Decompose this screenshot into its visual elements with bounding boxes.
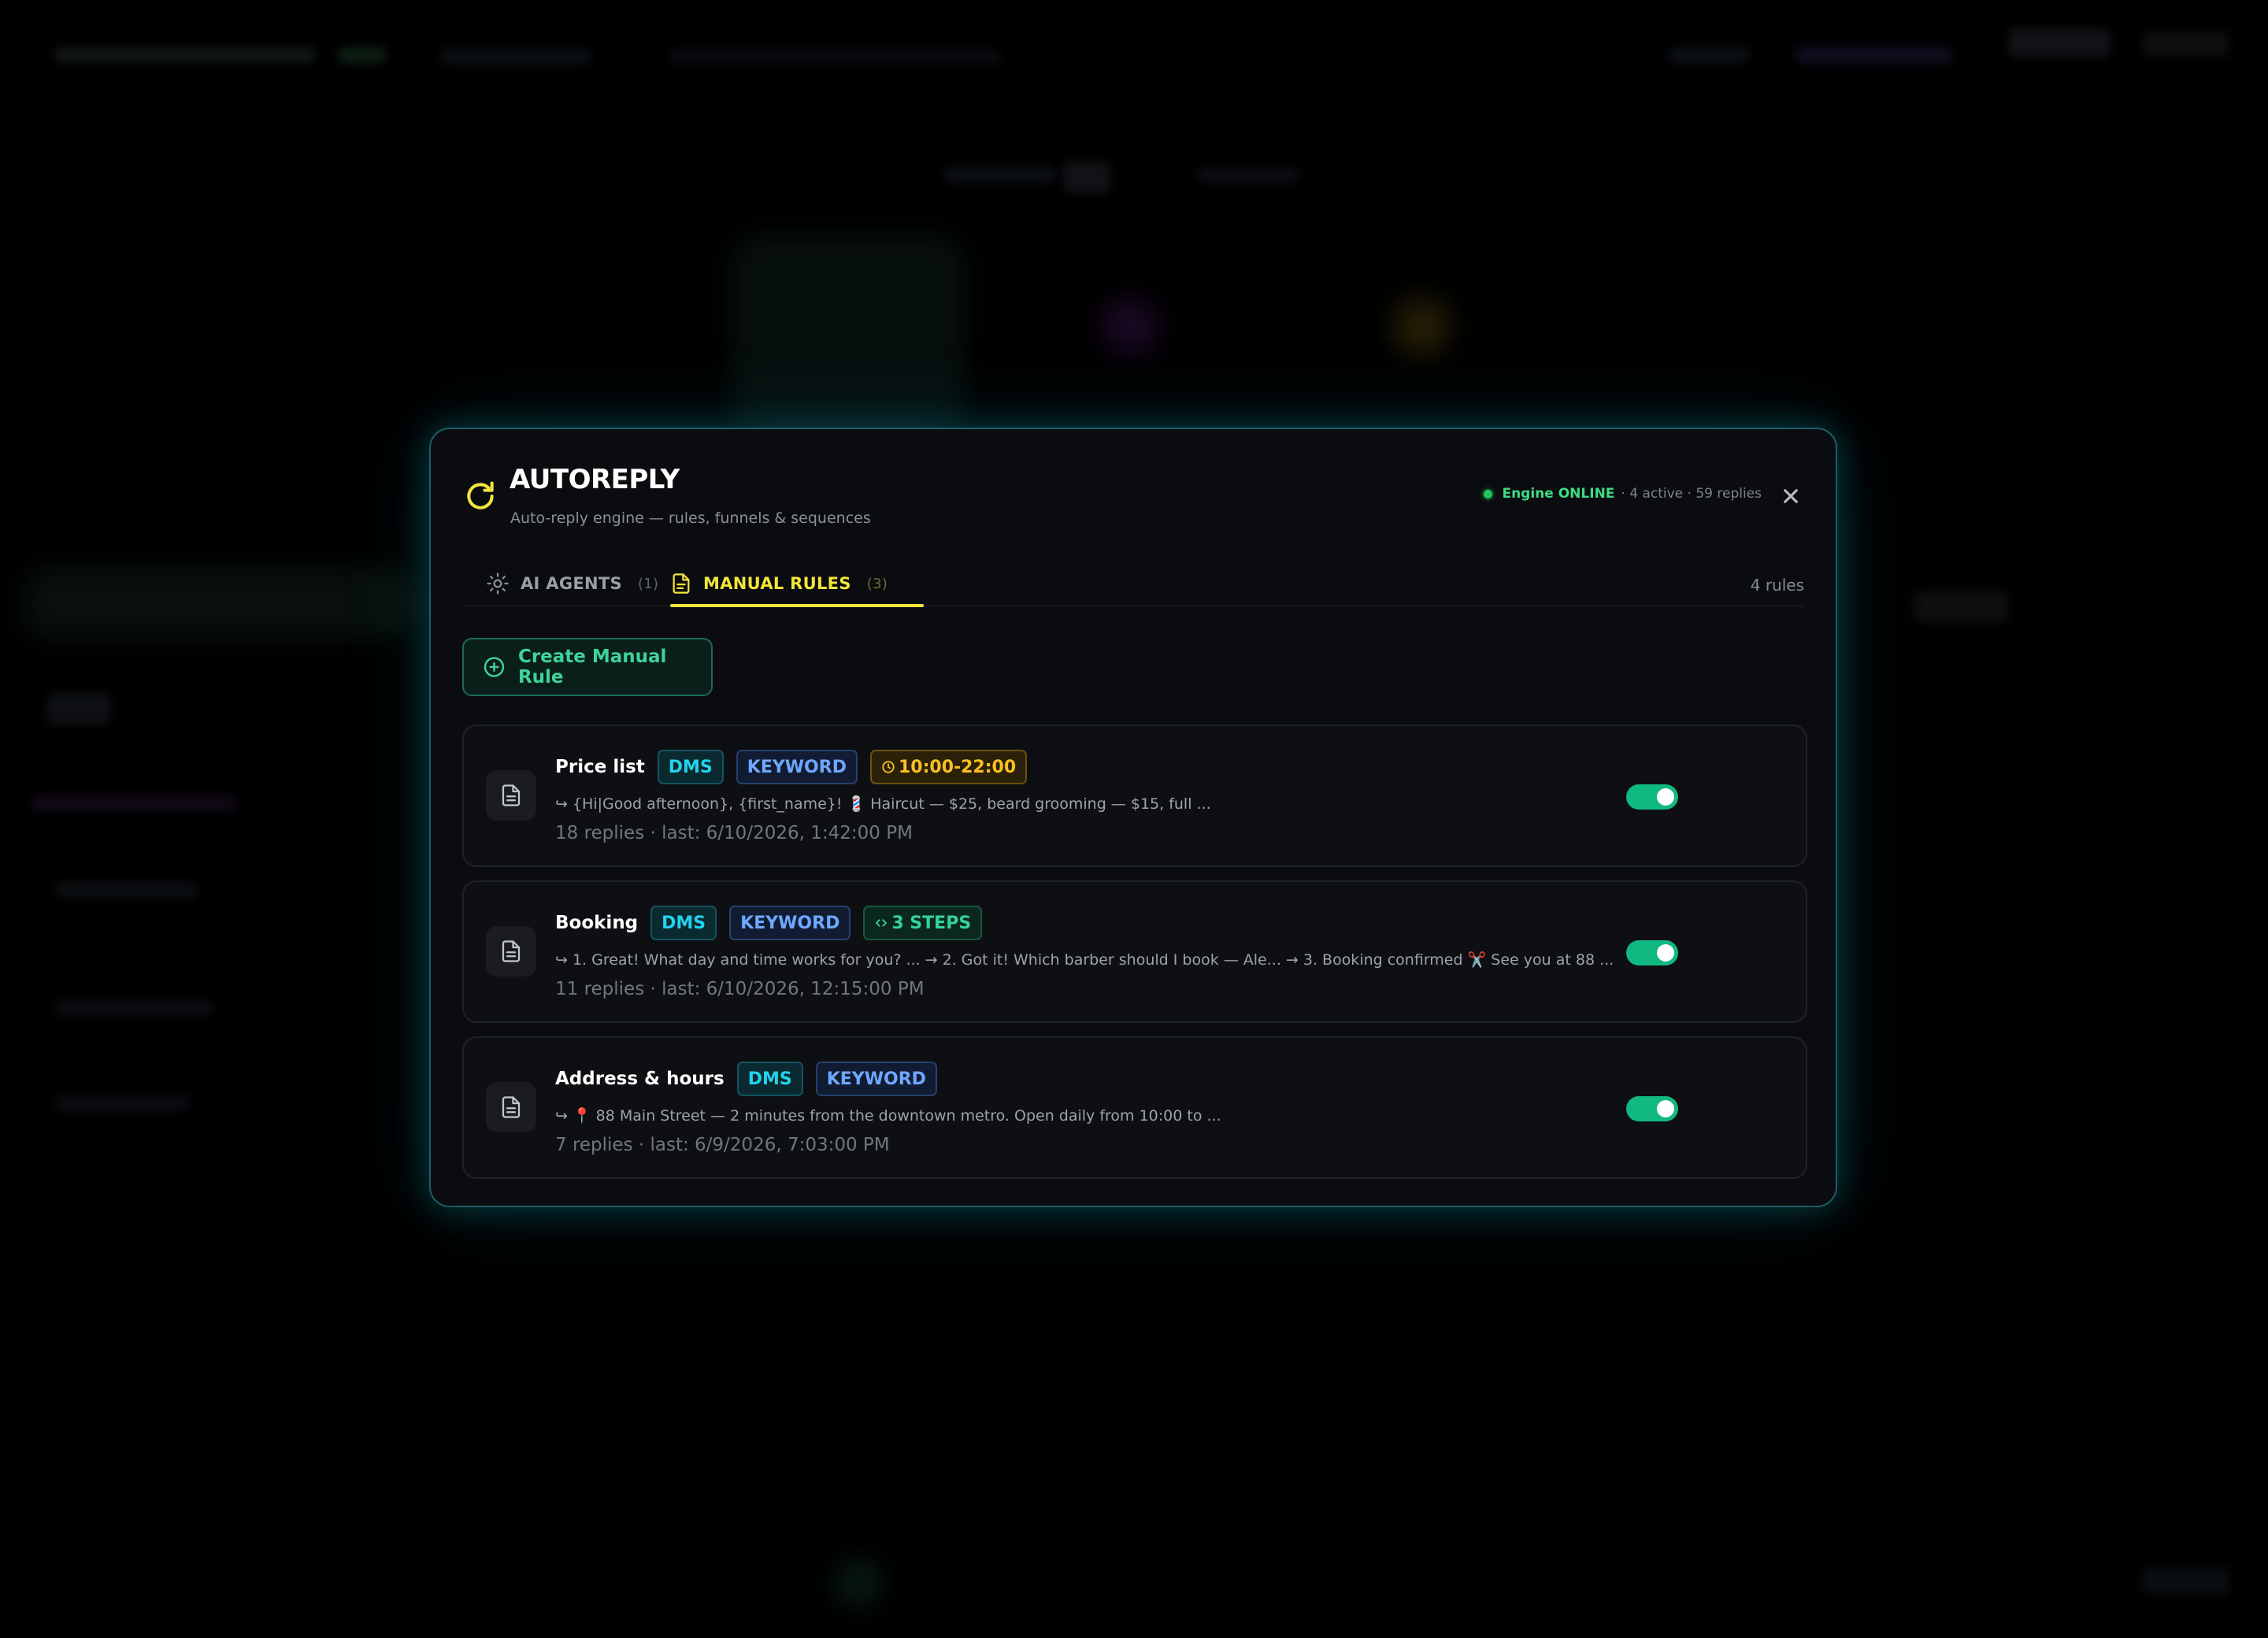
toggle-knob — [1657, 1100, 1674, 1117]
tab-manual-rules[interactable]: MANUAL RULES (3) — [670, 561, 888, 606]
close-button[interactable] — [1779, 484, 1803, 508]
rule-meta: 18 replies · last: 6/10/2026, 1:42:00 PM — [555, 823, 913, 843]
rule-document-icon — [486, 770, 536, 821]
modal-subtitle: Auto-reply engine — rules, funnels & seq… — [510, 510, 871, 527]
tag-dms: DMS — [657, 750, 724, 784]
rule-name: Booking — [555, 913, 639, 933]
plus-circle-icon — [484, 657, 505, 677]
engine-summary: · 4 active · 59 replies — [1621, 486, 1762, 502]
rule-meta: 11 replies · last: 6/10/2026, 12:15:00 P… — [555, 979, 925, 999]
rule-preview: ↪ 📍 88 Main Street — 2 minutes from the … — [555, 1107, 1221, 1125]
tag-steps: 3 STEPS — [863, 906, 983, 940]
rule-header: Price list DMS KEYWORD 10:00-22:00 — [555, 748, 1040, 786]
tag-keyword: KEYWORD — [736, 750, 858, 784]
tag-schedule: 10:00-22:00 — [869, 750, 1028, 784]
document-icon — [673, 573, 690, 594]
tag-steps-label: 3 STEPS — [891, 913, 972, 933]
tab-ai-agents[interactable]: AI AGENTS (1) — [486, 561, 658, 606]
tab-ai-agents-count: (1) — [637, 575, 659, 592]
tab-bar: AI AGENTS (1) MANUAL RULES (3) 4 rules — [462, 561, 1804, 607]
refresh-icon — [463, 479, 498, 513]
tag-dms: DMS — [650, 906, 717, 940]
rule-name: Price list — [555, 757, 645, 777]
tag-keyword: KEYWORD — [815, 1062, 937, 1096]
autoreply-modal: AUTOREPLY Auto-reply engine — rules, fun… — [429, 428, 1837, 1207]
clock-icon — [882, 761, 895, 773]
active-tab-indicator — [670, 604, 924, 607]
tag-dms: DMS — [736, 1062, 803, 1096]
rule-preview: ↪ {Hi|Good afternoon}, {first_name}! 💈 H… — [555, 795, 1211, 813]
code-icon — [876, 919, 888, 927]
engine-online-label: Engine ONLINE — [1502, 486, 1615, 502]
tab-ai-agents-label: AI AGENTS — [521, 574, 622, 593]
rule-document-icon — [486, 1082, 536, 1132]
toggle-knob — [1657, 788, 1674, 806]
tag-keyword: KEYWORD — [729, 906, 851, 940]
rule-meta: 7 replies · last: 6/9/2026, 7:03:00 PM — [555, 1135, 890, 1155]
rule-document-icon — [486, 926, 536, 976]
create-manual-rule-label: Create Manual Rule — [517, 647, 667, 687]
rule-header: Address & hours DMS KEYWORD — [555, 1060, 950, 1098]
rule-card-address-hours[interactable]: Address & hours DMS KEYWORD ↪ 📍 88 Main … — [462, 1036, 1807, 1179]
modal-title: AUTOREPLY — [510, 464, 680, 495]
rule-card-price-list[interactable]: Price list DMS KEYWORD 10:00-22:00 ↪ {Hi… — [462, 724, 1807, 867]
create-manual-rule-button[interactable]: Create Manual Rule — [462, 638, 713, 696]
status-dot — [1484, 489, 1493, 498]
rule-header: Booking DMS KEYWORD 3 STEPS — [555, 904, 995, 942]
tag-schedule-label: 10:00-22:00 — [898, 757, 1017, 777]
rule-enabled-toggle[interactable] — [1626, 1096, 1678, 1121]
tab-manual-rules-label: MANUAL RULES — [703, 574, 851, 593]
rule-preview: ↪ 1. Great! What day and time works for … — [555, 951, 1614, 969]
tab-manual-rules-count: (3) — [866, 575, 888, 592]
rule-name: Address & hours — [555, 1069, 724, 1089]
rule-enabled-toggle[interactable] — [1626, 784, 1678, 810]
engine-status: Engine ONLINE · 4 active · 59 replies — [1484, 486, 1762, 502]
rules-count: 4 rules — [1750, 576, 1804, 595]
sun-icon — [487, 573, 509, 595]
toggle-knob — [1657, 944, 1674, 962]
close-icon — [1784, 489, 1798, 503]
rule-card-booking[interactable]: Booking DMS KEYWORD 3 STEPS ↪ 1. Great! … — [462, 880, 1807, 1023]
rule-enabled-toggle[interactable] — [1626, 940, 1678, 965]
